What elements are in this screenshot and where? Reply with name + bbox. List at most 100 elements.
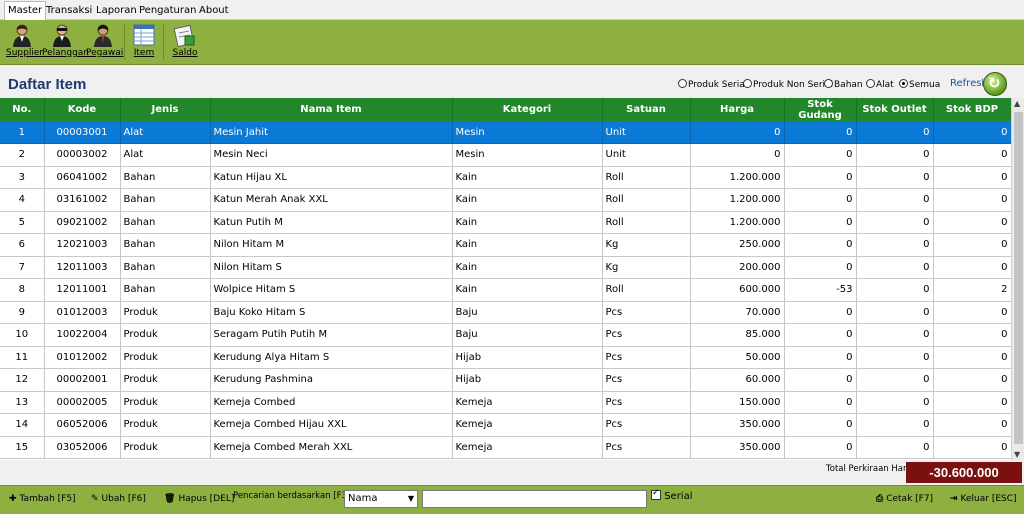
table-row[interactable]: 2 00003002 Alat Mesin Neci Mesin Unit 0 0 0 0 bbox=[0, 143, 1012, 167]
table-cell: 0 bbox=[856, 368, 934, 392]
pegawai-label: Pegawai bbox=[86, 48, 124, 58]
column-header[interactable]: Kode bbox=[44, 98, 121, 121]
table-row[interactable]: 9 01012003 Produk Baju Koko Hitam S Baju Pcs 7… bbox=[0, 301, 1012, 324]
refresh-icon[interactable] bbox=[983, 72, 1007, 96]
table-cell: 01012002 bbox=[44, 346, 121, 369]
table-row[interactable]: 6 12021003 Bahan Nilon Hitam M Kain Kg 250.000… bbox=[0, 233, 1012, 257]
table-cell: Produk bbox=[120, 346, 211, 369]
ribbon-toolbar: Supplier Pelanggan Pegawai Item Saldo bbox=[0, 20, 1024, 65]
column-header[interactable]: Kategori bbox=[452, 98, 603, 121]
column-header[interactable]: Stok Outlet bbox=[856, 98, 934, 121]
scrollbar-thumb[interactable] bbox=[1014, 112, 1023, 444]
table-row[interactable]: 7 12011003 Bahan Nilon Hitam S Kain Kg 200.000… bbox=[0, 256, 1012, 279]
table-cell: Nilon Hitam M bbox=[210, 233, 453, 257]
table-cell: 50.000 bbox=[690, 346, 785, 369]
item-button[interactable]: Item bbox=[131, 22, 157, 64]
filter-bahan[interactable]: Bahan bbox=[824, 79, 863, 90]
column-header[interactable]: Nama Item bbox=[210, 98, 453, 121]
column-header[interactable]: Stok Gudang bbox=[784, 98, 857, 121]
tab-about[interactable]: About bbox=[196, 3, 232, 20]
table-cell: Kain bbox=[452, 233, 603, 257]
table-row[interactable]: 8 12011001 Bahan Wolpice Hitam S Kain Roll 600… bbox=[0, 278, 1012, 302]
filter-label: Produk Serial bbox=[688, 80, 748, 90]
table-cell: 0 bbox=[856, 413, 934, 437]
table-cell: 0 bbox=[933, 143, 1012, 167]
filter-produk-non-serial[interactable]: Produk Non Serial bbox=[743, 79, 833, 90]
radio-selected-icon bbox=[899, 79, 908, 88]
scroll-down-icon[interactable]: ▼ bbox=[1014, 450, 1020, 459]
table-cell: Unit bbox=[602, 121, 691, 144]
edit-label: Ubah [F6] bbox=[101, 494, 146, 504]
table-cell: 12011003 bbox=[44, 256, 121, 279]
table-row[interactable]: 13 00002005 Produk Kemeja Combed Kemeja Pcs 15… bbox=[0, 391, 1012, 414]
tab-laporan[interactable]: Laporan bbox=[93, 3, 140, 20]
chevron-down-icon: ▼ bbox=[407, 494, 414, 503]
table-cell: 0 bbox=[856, 323, 934, 347]
print-button[interactable]: ⎙ Cetak [F7] bbox=[876, 494, 933, 504]
tab-master[interactable]: Master bbox=[4, 1, 47, 21]
table-cell: Kain bbox=[452, 211, 603, 234]
table-cell: 0 bbox=[933, 436, 1012, 459]
table-cell: Kerudung Alya Hitam S bbox=[210, 346, 453, 369]
exit-button[interactable]: ⇥ Keluar [ESC] bbox=[950, 494, 1017, 504]
table-cell: 2 bbox=[933, 278, 1012, 302]
table-cell: 0 bbox=[933, 391, 1012, 414]
table-cell: Roll bbox=[602, 278, 691, 302]
tab-transaksi[interactable]: Transaksi bbox=[43, 3, 95, 20]
table-cell: Kain bbox=[452, 166, 603, 189]
filter-alat[interactable]: Alat bbox=[866, 79, 894, 90]
filter-produk-serial[interactable]: Produk Serial bbox=[678, 79, 747, 90]
table-row[interactable]: 1 00003001 Alat Mesin Jahit Mesin Unit 0 0 0 0 bbox=[0, 121, 1012, 144]
table-cell: 60.000 bbox=[690, 368, 785, 392]
table-cell: Kemeja Combed bbox=[210, 391, 453, 414]
table-cell: 250.000 bbox=[690, 233, 785, 257]
table-cell: Kg bbox=[602, 256, 691, 279]
table-cell: 2 bbox=[0, 143, 45, 167]
table-row[interactable]: 12 00002001 Produk Kerudung Pashmina Hijab Pc… bbox=[0, 368, 1012, 392]
table-cell: 0 bbox=[784, 188, 857, 212]
table-cell: Pcs bbox=[602, 323, 691, 347]
table-row[interactable]: 4 03161002 Bahan Katun Merah Anak XXL Kain Ro… bbox=[0, 188, 1012, 212]
table-cell: 03052006 bbox=[44, 436, 121, 459]
table-cell: Wolpice Hitam S bbox=[210, 278, 453, 302]
column-header[interactable]: Harga bbox=[690, 98, 785, 121]
serial-checkbox[interactable]: Serial bbox=[651, 488, 692, 502]
table-cell: Katun Putih M bbox=[210, 211, 453, 234]
tab-pengaturan[interactable]: Pengaturan bbox=[136, 3, 199, 20]
table-row[interactable]: 5 09021002 Bahan Katun Putih M Kain Roll 1.200… bbox=[0, 211, 1012, 234]
scroll-up-icon[interactable]: ▲ bbox=[1014, 99, 1020, 108]
delete-button[interactable]: 🗑 Hapus [DEL] bbox=[164, 494, 234, 504]
table-cell: 4 bbox=[0, 188, 45, 212]
search-input[interactable] bbox=[422, 490, 647, 508]
table-cell: 13 bbox=[0, 391, 45, 414]
pelanggan-button[interactable]: Pelanggan bbox=[42, 22, 89, 64]
table-cell: 0 bbox=[856, 301, 934, 324]
table-cell: Produk bbox=[120, 413, 211, 437]
table-row[interactable]: 3 06041002 Bahan Katun Hijau XL Kain Roll 1.20… bbox=[0, 166, 1012, 189]
column-header[interactable]: Jenis bbox=[120, 98, 211, 121]
search-field-select[interactable]: Nama ▼ bbox=[344, 490, 418, 508]
pegawai-button[interactable]: Pegawai bbox=[86, 22, 124, 64]
supplier-icon bbox=[13, 24, 31, 47]
column-header[interactable]: No. bbox=[0, 98, 45, 121]
column-header[interactable]: Stok BDP bbox=[933, 98, 1012, 121]
table-cell: Bahan bbox=[120, 256, 211, 279]
ribbon-separator bbox=[163, 24, 164, 60]
table-row[interactable]: 15 03052006 Produk Kemeja Combed Merah XXL K… bbox=[0, 436, 1012, 459]
table-cell: 12021003 bbox=[44, 233, 121, 257]
edit-button[interactable]: ✎ Ubah [F6] bbox=[91, 494, 146, 504]
vertical-scrollbar[interactable]: ▲ ▼ bbox=[1011, 98, 1024, 460]
supplier-button[interactable]: Supplier bbox=[6, 22, 43, 64]
table-cell: Hijab bbox=[452, 346, 603, 369]
filter-semua[interactable]: Semua bbox=[899, 79, 940, 90]
column-header[interactable]: Satuan bbox=[602, 98, 691, 121]
table-cell: -53 bbox=[784, 278, 857, 302]
table-row[interactable]: 14 06052006 Produk Kemeja Combed Hijau XXL K… bbox=[0, 413, 1012, 437]
table-cell: Roll bbox=[602, 211, 691, 234]
delete-label: Hapus [DEL] bbox=[178, 494, 235, 504]
item-label: Item bbox=[133, 48, 155, 58]
saldo-button[interactable]: Saldo bbox=[171, 22, 199, 64]
add-button[interactable]: ✚ Tambah [F5] bbox=[9, 494, 76, 504]
table-row[interactable]: 11 01012002 Produk Kerudung Alya Hitam S Hij… bbox=[0, 346, 1012, 369]
table-row[interactable]: 10 10022004 Produk Seragam Putih Putih M Baj… bbox=[0, 323, 1012, 347]
